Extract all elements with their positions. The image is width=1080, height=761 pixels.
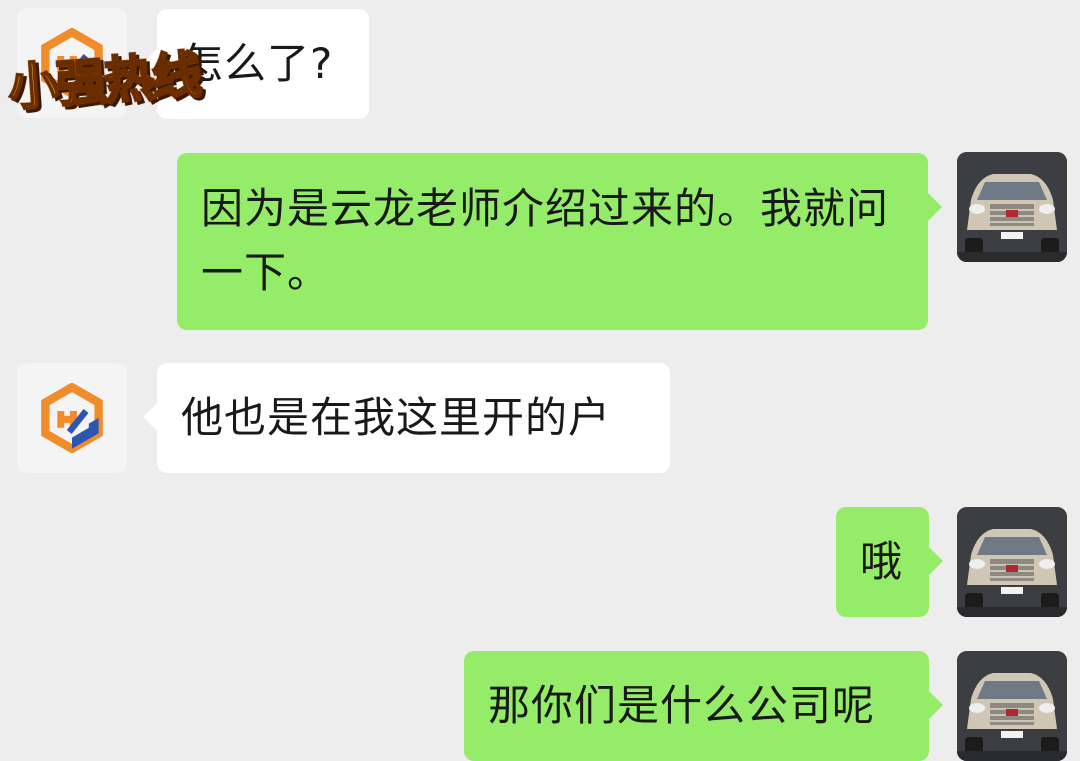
- car-photo-avatar: [957, 651, 1067, 761]
- company-logo-icon: [41, 383, 103, 453]
- message-text: 那你们是什么公司呢: [488, 681, 876, 730]
- message-text: 因为是云龙老师介绍过来的。我就问一下。: [201, 184, 890, 297]
- message-bubble-incoming[interactable]: 他也是在我这里开的户: [143, 363, 670, 473]
- user-avatar[interactable]: [957, 152, 1067, 262]
- user-avatar[interactable]: [957, 507, 1067, 617]
- message-text: 他也是在我这里开的户: [181, 393, 612, 442]
- user-avatar[interactable]: [957, 651, 1067, 761]
- channel-watermark-logo: 小强热线: [5, 39, 203, 118]
- message-text: 怎么了?: [181, 39, 334, 88]
- message-bubble-outgoing[interactable]: 因为是云龙老师介绍过来的。我就问一下。: [177, 153, 942, 330]
- car-photo-avatar: [957, 507, 1067, 617]
- message-text: 哦: [860, 537, 904, 586]
- car-photo-avatar: [957, 152, 1067, 262]
- message-bubble-outgoing[interactable]: 哦: [836, 507, 943, 617]
- contact-avatar[interactable]: [17, 363, 127, 473]
- chat-window: 怎么了? 因为是云龙老师介绍过来的。我就问一下。 他也是在我这里开的户 哦 那你…: [0, 0, 1080, 761]
- message-bubble-outgoing[interactable]: 那你们是什么公司呢: [464, 651, 943, 761]
